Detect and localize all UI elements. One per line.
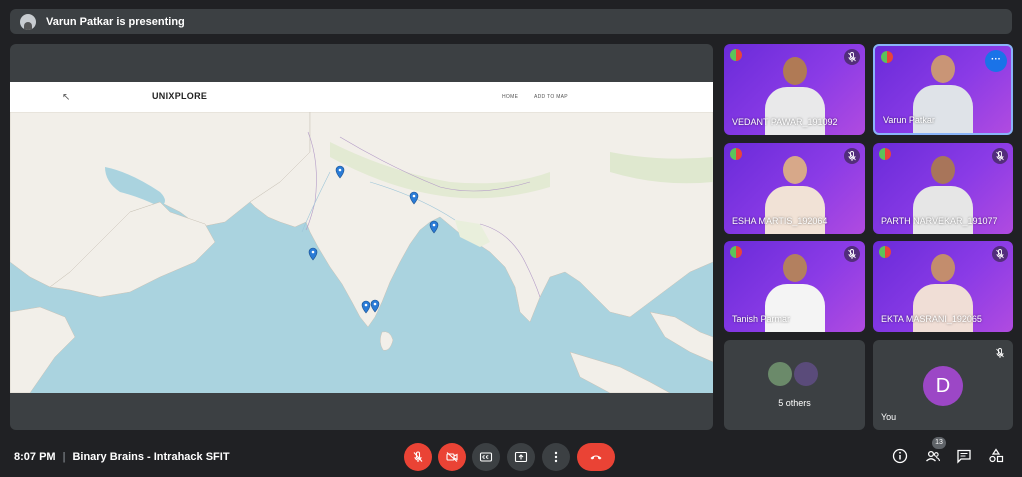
participant-body — [764, 186, 825, 234]
participant-tile[interactable]: EKTA MASRANI_192065 — [873, 241, 1013, 332]
mic-off-icon — [844, 246, 860, 262]
logo-icon — [730, 148, 742, 160]
participant-head — [782, 156, 807, 184]
nav-add-to-map-link[interactable]: ADD TO MAP — [534, 94, 568, 100]
participant-body — [913, 85, 973, 133]
cursor-icon: ↖ — [62, 92, 71, 103]
map[interactable] — [10, 112, 713, 393]
cam-off-icon — [446, 452, 458, 462]
avatar — [794, 362, 818, 386]
participant-name: ESHA MARTIS_192064 — [732, 216, 828, 226]
participant-tile[interactable]: PARTH NARVEKAR_191077 — [873, 143, 1013, 234]
site-brand: UNIXPLORE — [152, 91, 208, 101]
mic-off-icon — [992, 148, 1008, 164]
participant-tile[interactable]: VEDANT PAWAR_191092 — [724, 44, 865, 135]
captions-button[interactable] — [472, 443, 500, 471]
participant-head — [782, 254, 807, 282]
meeting-name: Binary Brains - Intrahack SFIT — [72, 451, 230, 463]
more-options-button[interactable] — [542, 443, 570, 471]
bottom-bar: 8:07 PM | Binary Brains - Intrahack SFIT — [0, 437, 1022, 477]
mic-off-icon — [992, 246, 1008, 262]
logo-icon — [879, 148, 891, 160]
people-icon — [926, 450, 941, 462]
chat-button[interactable] — [955, 447, 973, 465]
others-avatars — [768, 362, 822, 386]
presenting-label: Varun Patkar is presenting — [46, 15, 185, 28]
avatar — [768, 362, 792, 386]
participant-tile[interactable]: ESHA MARTIS_192064 — [724, 143, 865, 234]
activities-icon — [989, 448, 1004, 463]
meeting-details-button[interactable] — [891, 447, 909, 465]
participant-body — [764, 87, 825, 135]
captions-icon — [479, 452, 493, 462]
self-label: You — [881, 412, 897, 422]
participant-name: Tanish Parmar — [732, 314, 791, 324]
chat-icon — [957, 449, 971, 464]
participant-body — [764, 284, 825, 332]
leave-call-button[interactable] — [577, 443, 615, 471]
self-avatar: D — [923, 366, 963, 406]
mic-off-icon — [413, 451, 423, 462]
participant-tile-active[interactable]: ··· Varun Patkar — [873, 44, 1013, 135]
participant-body — [913, 186, 973, 234]
camera-toggle-button[interactable] — [438, 443, 466, 471]
end-call-icon — [590, 455, 602, 460]
present-icon — [514, 451, 528, 463]
present-now-button[interactable] — [507, 443, 535, 471]
nav-home-link[interactable]: HOME — [502, 94, 518, 100]
people-button[interactable] — [924, 447, 942, 465]
mic-off-icon — [844, 49, 860, 65]
meeting-separator: | — [62, 451, 66, 463]
participant-tile[interactable]: Tanish Parmar — [724, 241, 865, 332]
site-header: ↖ UNIXPLORE HOME ADD TO MAP — [10, 82, 713, 112]
logo-icon — [730, 246, 742, 258]
meeting-time: 8:07 PM — [14, 451, 56, 463]
participant-name: PARTH NARVEKAR_191077 — [881, 216, 998, 226]
activities-button[interactable] — [987, 447, 1005, 465]
participant-name: VEDANT PAWAR_191092 — [732, 117, 838, 127]
logo-icon — [879, 246, 891, 258]
mic-off-icon — [992, 345, 1008, 361]
mic-toggle-button[interactable] — [404, 443, 432, 471]
more-vert-icon — [554, 451, 558, 463]
logo-icon — [730, 49, 742, 61]
participant-head — [782, 57, 807, 85]
meeting-info: 8:07 PM | Binary Brains - Intrahack SFIT — [14, 451, 230, 463]
presentation-stage[interactable]: ↖ UNIXPLORE HOME ADD TO MAP — [10, 44, 713, 430]
presenter-avatar-icon — [20, 13, 36, 30]
info-icon — [892, 448, 908, 464]
others-tile[interactable]: 5 others — [724, 340, 865, 430]
participant-head — [931, 254, 955, 282]
participant-name: Varun Patkar — [883, 115, 935, 125]
logo-icon — [881, 51, 893, 63]
mic-off-icon — [844, 148, 860, 164]
participant-body — [913, 284, 973, 332]
more-options-button[interactable]: ··· — [985, 50, 1007, 72]
shared-screen: ↖ UNIXPLORE HOME ADD TO MAP — [10, 82, 713, 393]
self-tile[interactable]: D You — [873, 340, 1013, 430]
participant-head — [931, 156, 955, 184]
presenting-bar: Varun Patkar is presenting — [10, 9, 1012, 34]
participant-name: EKTA MASRANI_192065 — [881, 314, 982, 324]
people-count-badge: 13 — [932, 437, 946, 449]
participant-head — [931, 55, 955, 83]
others-count-label: 5 others — [778, 398, 811, 408]
